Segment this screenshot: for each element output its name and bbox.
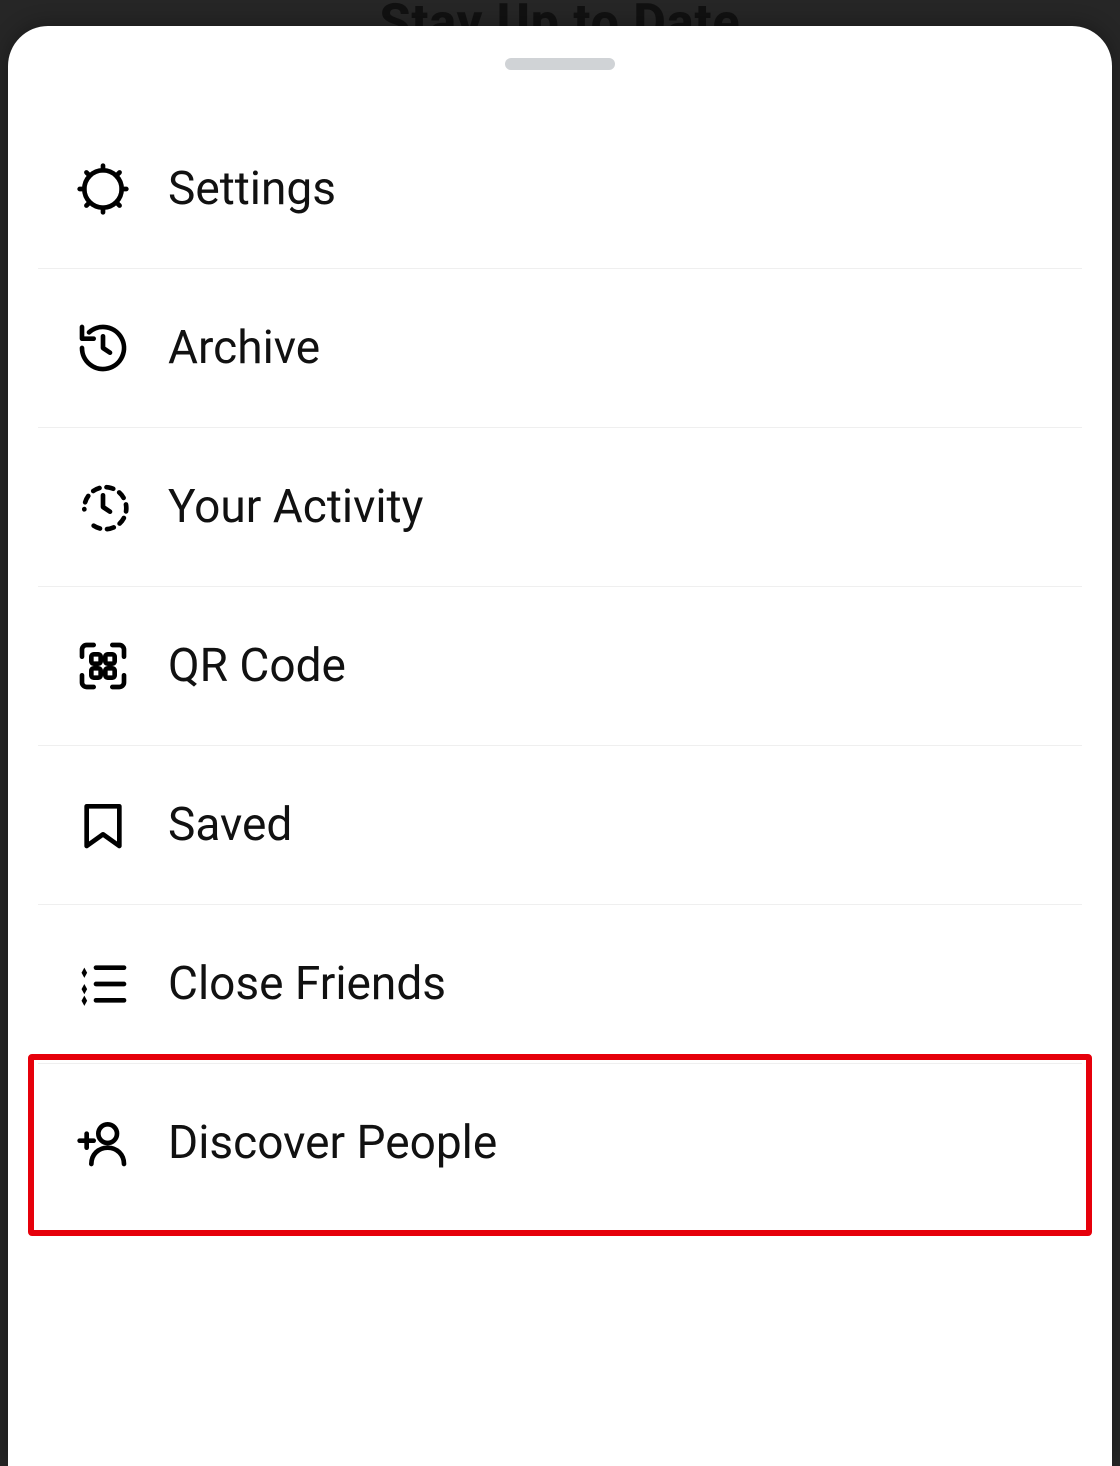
profile-menu: Settings Archive Your Activity (8, 110, 1112, 1222)
add-person-icon (38, 1115, 168, 1171)
menu-item-label: Discover People (168, 1116, 497, 1170)
menu-item-discover-people[interactable]: Discover People (38, 1064, 1082, 1222)
menu-item-your-activity[interactable]: Your Activity (38, 428, 1082, 587)
gear-icon (38, 161, 168, 217)
menu-item-qr-code[interactable]: QR Code (38, 587, 1082, 746)
archive-icon (38, 320, 168, 376)
menu-item-archive[interactable]: Archive (38, 269, 1082, 428)
menu-item-label: Your Activity (168, 480, 423, 534)
menu-item-close-friends[interactable]: Close Friends (38, 905, 1082, 1064)
menu-item-label: Close Friends (168, 957, 446, 1011)
menu-item-label: QR Code (168, 639, 346, 693)
menu-item-label: Settings (168, 162, 336, 216)
menu-item-settings[interactable]: Settings (38, 110, 1082, 269)
menu-item-label: Archive (168, 321, 320, 375)
qr-code-icon (38, 638, 168, 694)
bottom-sheet: Settings Archive Your Activity (8, 26, 1112, 1466)
bookmark-icon (38, 797, 168, 853)
activity-icon (38, 479, 168, 535)
menu-item-saved[interactable]: Saved (38, 746, 1082, 905)
menu-item-label: Saved (168, 798, 292, 852)
close-friends-icon (38, 956, 168, 1012)
drag-handle[interactable] (505, 58, 615, 70)
